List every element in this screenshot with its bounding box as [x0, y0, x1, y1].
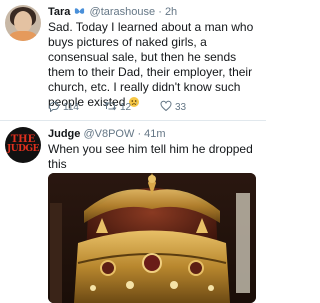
- retweet-action[interactable]: 12: [104, 100, 131, 114]
- handle[interactable]: @V8POW: [83, 128, 134, 140]
- retweet-count: 12: [120, 102, 132, 113]
- tweet-body: When you see him tell him he dropped thi…: [48, 142, 253, 171]
- tweet-header: Tara @tarashouse · 2h: [48, 5, 177, 19]
- avatar-face: [14, 11, 32, 33]
- display-name[interactable]: Judge: [48, 128, 80, 140]
- tweet-header: Judge @V8POW · 41m: [48, 127, 166, 141]
- tweet-tara[interactable]: Tara @tarashouse · 2h Sad. Today I learn…: [0, 0, 266, 120]
- crown-image: [48, 173, 256, 303]
- like-action[interactable]: 33: [160, 100, 186, 114]
- reply-icon: [48, 102, 59, 113]
- handle[interactable]: @tarashouse: [90, 6, 156, 18]
- separator: ·: [158, 6, 162, 18]
- tweet-judge[interactable]: THE JUDGE Judge @V8POW · 41m When you se…: [0, 121, 266, 303]
- avatar-judge[interactable]: THE JUDGE: [5, 127, 41, 163]
- avatar-tara[interactable]: [5, 5, 41, 41]
- tweet-photo-crown[interactable]: [48, 173, 256, 303]
- reply-count: 114: [63, 102, 79, 113]
- butterfly-icon: [75, 8, 85, 14]
- avatar-logo-bottom: JUDGE: [7, 144, 39, 154]
- tweet-text: Sad. Today I learned about a man who buy…: [48, 20, 263, 110]
- heart-icon: [160, 100, 172, 112]
- separator: ·: [137, 128, 142, 140]
- tweet-text: When you see him tell him he dropped thi…: [48, 142, 263, 172]
- like-count: 33: [175, 102, 187, 113]
- tweet-body: Sad. Today I learned about a man who buy…: [48, 20, 254, 109]
- display-name[interactable]: Tara: [48, 6, 70, 18]
- reply-action[interactable]: 114: [48, 100, 79, 114]
- timestamp[interactable]: 41m: [144, 128, 165, 140]
- retweet-icon: [104, 101, 117, 111]
- avatar-body: [9, 31, 37, 41]
- timestamp[interactable]: 2h: [165, 6, 177, 18]
